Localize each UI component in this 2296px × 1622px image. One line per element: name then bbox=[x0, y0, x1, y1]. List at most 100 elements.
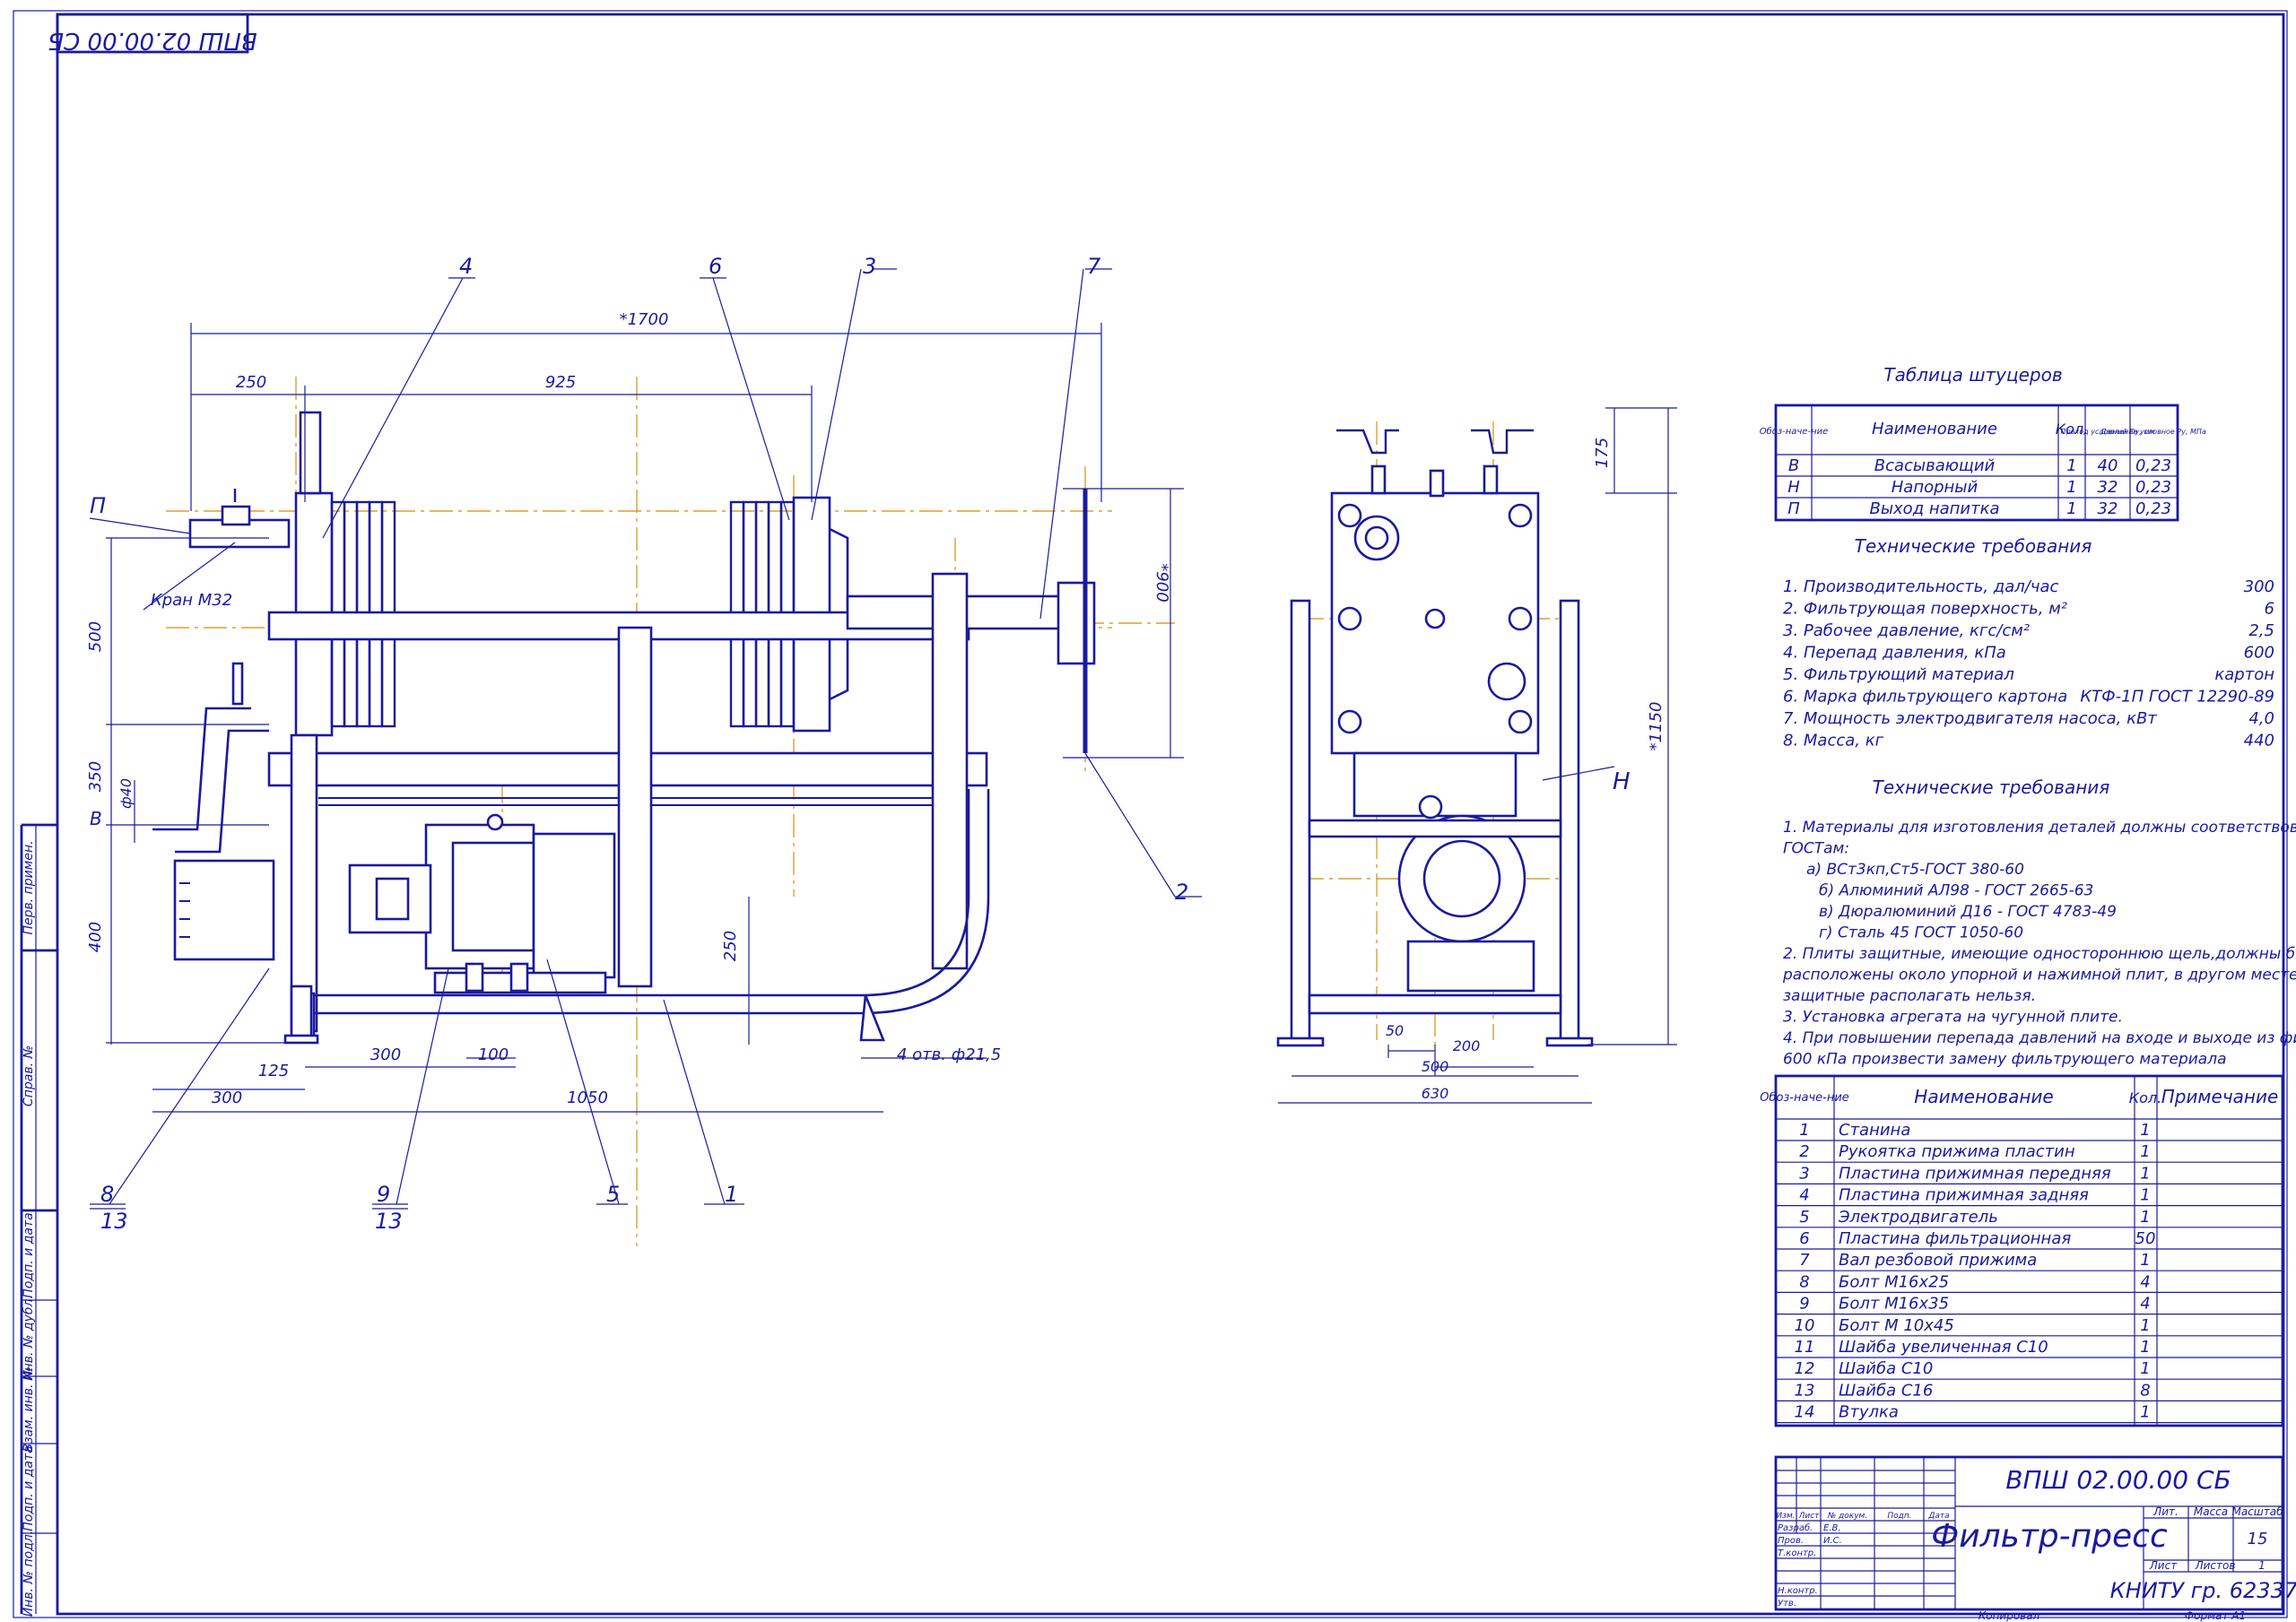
label-H: Н bbox=[1613, 768, 1631, 795]
nozzle-title: Таблица штуцеров bbox=[1883, 364, 2062, 386]
callout-5: 5 bbox=[606, 1182, 620, 1207]
parts-cell-pos: 4 bbox=[1799, 1186, 1809, 1205]
tb-copied: Копировал bbox=[1979, 1609, 2040, 1622]
tb-role-0: Разраб. bbox=[1778, 1522, 1813, 1533]
nozzle-cell: В bbox=[1788, 456, 1799, 475]
nozzle-hdr-0: Обоз-наче-ние bbox=[1760, 426, 1829, 437]
tech-req-line: а) ВСт3кп,Ст5-ГОСТ 380-60 bbox=[1806, 861, 2024, 879]
nozzle-hdr-1: Наименование bbox=[1872, 420, 1997, 438]
tb-name-0: Е.В. bbox=[1823, 1523, 1841, 1533]
callout-13b: 13 bbox=[375, 1209, 403, 1234]
parts-cell-pos: 10 bbox=[1795, 1316, 1815, 1335]
label-B: В bbox=[90, 808, 102, 829]
tb-role-1: Пров. bbox=[1778, 1536, 1804, 1546]
side-dim-1150: *1150 bbox=[1647, 702, 1665, 751]
callout-1: 1 bbox=[725, 1182, 738, 1207]
side-strip: Перв. примен. Справ. № Подп. и дата Инв.… bbox=[20, 823, 57, 1618]
strip-label-5: Взам. инв. № bbox=[22, 1366, 36, 1452]
tech-char-value: картон bbox=[2214, 665, 2274, 684]
tech-char-label: 6. Марка фильтрующего картона bbox=[1783, 688, 2067, 707]
tb-scale: Масштаб bbox=[2231, 1505, 2283, 1518]
callout-6: 6 bbox=[709, 254, 722, 279]
parts-cell-qty: 1 bbox=[2140, 1208, 2150, 1227]
tech-req-title: Технические требования bbox=[1873, 776, 2110, 798]
parts-cell-pos: 11 bbox=[1795, 1338, 1815, 1357]
strip-label-6: Подп. и дата bbox=[22, 1445, 36, 1531]
parts-cell-name: Рукоятка прижима пластин bbox=[1839, 1142, 2075, 1161]
side-dim-630: 630 bbox=[1422, 1085, 1449, 1102]
parts-cell-qty: 8 bbox=[2140, 1381, 2150, 1400]
nozzle-cell: Выход напитка bbox=[1869, 499, 1999, 518]
tech-req-lines: 1. Материалы для изготовления деталей до… bbox=[1782, 819, 2296, 1069]
dim-350: 350 bbox=[86, 761, 105, 792]
nozzle-cell: Н bbox=[1787, 478, 1800, 497]
tb-hdr-2: № докум. bbox=[1827, 1512, 1867, 1521]
dim-900: *900 bbox=[1152, 563, 1171, 602]
parts-cell-name: Вал резбовой прижима bbox=[1839, 1251, 2037, 1270]
tech-req-line: 1. Материалы для изготовления деталей до… bbox=[1783, 819, 2296, 837]
drawing-sheet: ВПШ 02.00.00 СБ Перв. примен. Справ. № П… bbox=[13, 10, 2296, 1622]
inner-frame bbox=[56, 13, 2285, 1616]
dim-overall: *1700 bbox=[620, 310, 669, 329]
parts-cell-pos: 13 bbox=[1795, 1381, 1815, 1400]
tb-org: КНИТУ гр. 623371 bbox=[2110, 1578, 2296, 1603]
tb-format: Формат А1 bbox=[2185, 1609, 2246, 1622]
parts-cell-pos: 5 bbox=[1799, 1208, 1809, 1227]
strip-label-7: Инв. № подл. bbox=[22, 1531, 36, 1618]
tb-hdr-3: Подп. bbox=[1887, 1512, 1911, 1521]
dim-40: ф40 bbox=[117, 778, 135, 809]
tech-char-value: 300 bbox=[2244, 577, 2274, 596]
dim-125: 125 bbox=[258, 1062, 289, 1080]
parts-cell-name: Электродвигатель bbox=[1838, 1208, 1998, 1227]
tech-req-line: защитные располагать нельзя. bbox=[1783, 987, 2036, 1005]
dim-925: 925 bbox=[545, 373, 576, 392]
parts-hdr-2: Кол. bbox=[2129, 1089, 2161, 1106]
label-kran: Кран М32 bbox=[151, 591, 232, 610]
parts-cell-pos: 12 bbox=[1795, 1359, 1815, 1378]
nozzle-cell: П bbox=[1787, 499, 1800, 518]
tb-name: Фильтр-пресс bbox=[1931, 1518, 2168, 1555]
side-dim-500: 500 bbox=[1422, 1058, 1449, 1075]
callout-4: 4 bbox=[459, 254, 473, 279]
strip-label-1: Перв. примен. bbox=[22, 840, 36, 934]
tech-char-value: 6 bbox=[2265, 600, 2274, 619]
tech-char-value: КТФ-1П ГОСТ 12290-89 bbox=[2080, 688, 2274, 707]
parts-cell-name: Болт М16х25 bbox=[1839, 1272, 1949, 1291]
tech-char-label: 8. Масса, кг bbox=[1783, 732, 1884, 750]
nozzle-hdr-4: Давление условное Pу, МПа bbox=[2100, 428, 2206, 436]
parts-hdr-0: Обоз-наче-ние bbox=[1760, 1091, 1849, 1105]
tb-sheets: Листов bbox=[2195, 1559, 2236, 1572]
parts-cell-name: Болт М16х35 bbox=[1839, 1295, 1949, 1314]
parts-cell-name: Пластина прижимная передняя bbox=[1839, 1164, 2111, 1183]
tech-char-value: 600 bbox=[2244, 644, 2274, 663]
tb-role-5: Утв. bbox=[1778, 1599, 1796, 1609]
tech-char-value: 2,5 bbox=[2248, 621, 2274, 640]
parts-cell-pos: 7 bbox=[1799, 1251, 1810, 1270]
dim-300a: 300 bbox=[370, 1045, 401, 1064]
nozzle-cell: Напорный bbox=[1892, 478, 1979, 497]
tb-role-4: Н.контр. bbox=[1778, 1586, 1818, 1596]
parts-cell-pos: 2 bbox=[1799, 1142, 1809, 1161]
tech-char-value: 4,0 bbox=[2248, 709, 2274, 728]
outer-border bbox=[13, 10, 2288, 1618]
side-dim-50: 50 bbox=[1386, 1022, 1404, 1039]
tb-hdr-0: Изм. bbox=[1776, 1512, 1795, 1521]
parts-cell-name: Шайба С10 bbox=[1839, 1359, 1933, 1378]
parts-cell-qty: 1 bbox=[2140, 1251, 2150, 1270]
tech-chars-rows: 1. Производительность, дал/час 300 2. Филь… bbox=[1783, 577, 2274, 750]
front-view bbox=[152, 377, 1175, 1246]
callout-7: 7 bbox=[1087, 254, 1101, 279]
tb-lit: Лит. bbox=[2152, 1505, 2179, 1518]
tb-scale-val: 15 bbox=[2248, 1530, 2268, 1548]
callout-9: 9 bbox=[377, 1182, 390, 1207]
nozzle-cell: 0,23 bbox=[2135, 456, 2171, 475]
parts-hdr-1: Наименование bbox=[1914, 1086, 2053, 1107]
side-view bbox=[1276, 421, 1594, 1049]
parts-cell-name: Станина bbox=[1839, 1121, 1910, 1140]
parts-cell-pos: 3 bbox=[1799, 1164, 1809, 1183]
tech-req-line: 600 кПа произвести замену фильтрующего м… bbox=[1783, 1051, 2227, 1069]
tb-mass: Масса bbox=[2194, 1505, 2228, 1518]
nozzle-cell: 0,23 bbox=[2135, 478, 2171, 497]
parts-cell-qty: 1 bbox=[2140, 1142, 2150, 1161]
parts-hdr-3: Примечание bbox=[2161, 1086, 2279, 1107]
